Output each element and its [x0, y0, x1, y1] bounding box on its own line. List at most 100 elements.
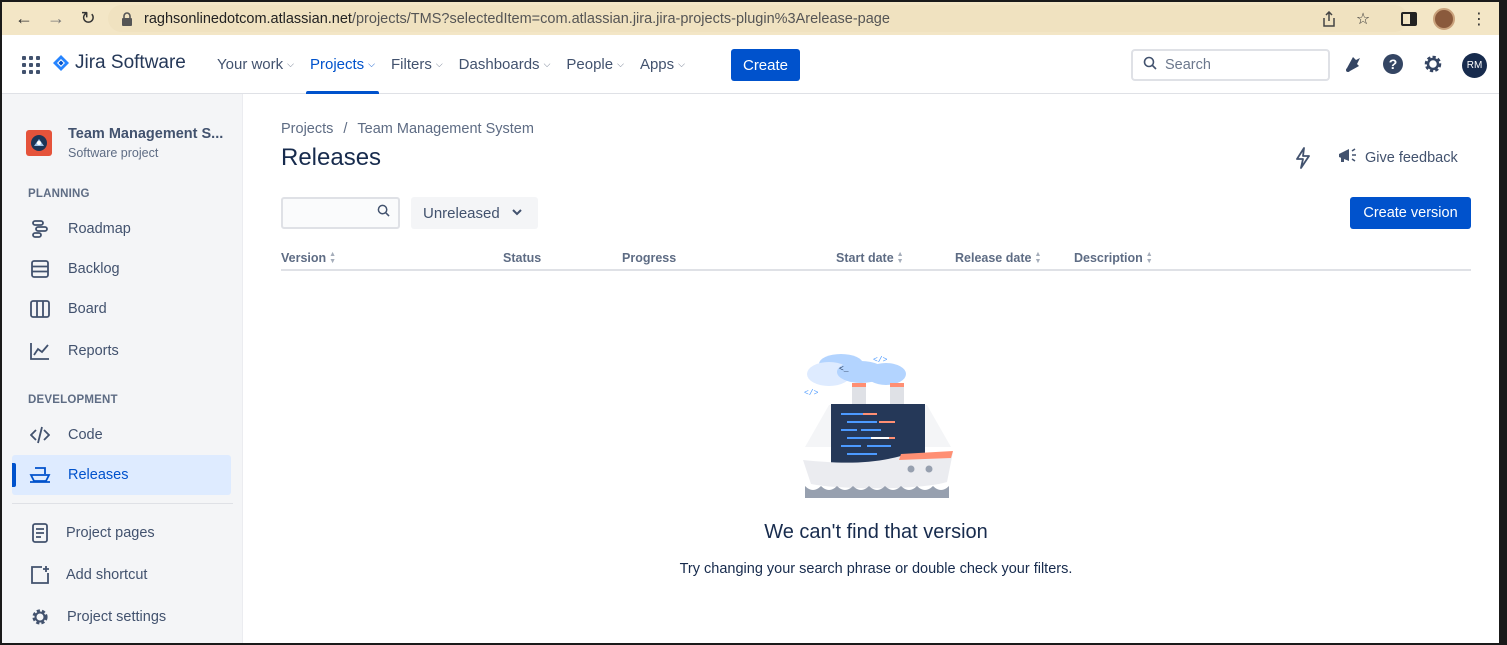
- settings-gear-icon[interactable]: [1422, 53, 1444, 75]
- sidebar-item-code[interactable]: Code: [12, 415, 231, 455]
- chevron-down-icon: ⌵: [678, 59, 685, 69]
- chevron-down-icon: ⌵: [543, 59, 551, 69]
- notifications-icon[interactable]: [1342, 53, 1364, 75]
- forward-icon[interactable]: →: [40, 2, 72, 35]
- nav-label: People: [566, 56, 614, 73]
- url-path: /projects/TMS?selectedItem=com.atlassian…: [351, 10, 890, 27]
- sidebar-item-reports[interactable]: Reports: [12, 331, 231, 371]
- column-release-date[interactable]: Release date ▲ ▼: [955, 251, 1041, 265]
- roadmap-icon: [28, 217, 52, 241]
- breadcrumb-project[interactable]: Team Management System: [357, 121, 534, 137]
- column-start-date[interactable]: Start date ▲ ▼: [836, 251, 904, 265]
- nav-label: Projects: [309, 56, 365, 73]
- sidebar-item-label: Releases: [68, 467, 129, 483]
- help-icon[interactable]: ?: [1382, 53, 1404, 75]
- column-status: Status: [503, 251, 541, 265]
- chevron-down-icon: ⌵: [368, 59, 375, 69]
- version-search[interactable]: [281, 197, 400, 229]
- sidebar-toggle-icon[interactable]: [1399, 9, 1419, 29]
- jira-logo[interactable]: Jira Software: [53, 52, 186, 74]
- sidebar-item-label: Code: [68, 427, 103, 443]
- chevron-down-icon: ⌵: [287, 59, 294, 69]
- versions-table-header: Version ▲ ▼ Status Progress Start date ▲ ▼ R…: [281, 251, 1471, 271]
- empty-state-ship-illustration: <_ </> </>: [801, 352, 961, 503]
- sort-icon: ▲ ▼: [1145, 251, 1153, 265]
- svg-text:</>: </>: [804, 389, 819, 398]
- sidebar-item-add-shortcut[interactable]: Add shortcut: [12, 555, 231, 595]
- reload-icon[interactable]: ↻: [72, 2, 104, 35]
- browser-toolbar: ← → ↻ raghsonlinedotcom.atlassian.net/pr…: [2, 2, 1499, 35]
- sidebar-item-label: Project settings: [67, 609, 167, 625]
- backlog-icon: [28, 257, 52, 281]
- megaphone-icon: [1337, 147, 1357, 169]
- jira-diamond-icon: [53, 55, 69, 71]
- column-label: Version: [281, 251, 327, 265]
- settings-gear-icon: [28, 605, 52, 629]
- url-text: raghsonlinedotcom.atlassian.net/projects…: [144, 11, 890, 27]
- nav-your-work[interactable]: Your work ⌵: [209, 35, 302, 94]
- sidebar-item-project-settings[interactable]: Project settings: [12, 597, 231, 637]
- ship-icon: [28, 463, 52, 487]
- main-nav: Your work ⌵ Projects ⌵ Filters ⌵ Dashboards…: [209, 35, 693, 94]
- create-button[interactable]: Create: [731, 49, 800, 81]
- nav-label: Dashboards: [458, 56, 540, 73]
- sidebar-item-releases[interactable]: Releases: [12, 455, 231, 495]
- bookmark-star-icon[interactable]: ☆: [1353, 9, 1373, 29]
- release-status-filter[interactable]: Unreleased: [411, 197, 538, 229]
- breadcrumb-projects[interactable]: Projects: [281, 121, 333, 137]
- project-type: Software project: [68, 146, 159, 160]
- back-icon[interactable]: ←: [8, 2, 40, 35]
- sort-icon: ▲ ▼: [896, 251, 904, 265]
- sidebar-item-project-pages[interactable]: Project pages: [12, 513, 231, 553]
- column-label: Progress: [622, 251, 677, 265]
- svg-text:?: ?: [1389, 56, 1398, 72]
- column-progress: Progress: [622, 251, 676, 265]
- browser-profile-avatar[interactable]: [1433, 7, 1455, 30]
- app-switcher-icon[interactable]: [22, 56, 40, 74]
- project-header[interactable]: Team Management S... Software project: [26, 126, 223, 160]
- nav-apps[interactable]: Apps ⌵: [632, 35, 693, 94]
- sidebar-item-backlog[interactable]: Backlog: [12, 249, 231, 289]
- address-bar[interactable]: raghsonlinedotcom.atlassian.net/projects…: [108, 5, 1408, 32]
- column-label: Status: [503, 251, 542, 265]
- svg-text:<_: <_: [839, 365, 849, 374]
- breadcrumb: Projects / Team Management System: [281, 121, 534, 137]
- board-icon: [28, 297, 52, 321]
- reports-chart-icon: [28, 339, 52, 363]
- svg-text:</>: </>: [873, 356, 888, 365]
- sidebar-item-board[interactable]: Board: [12, 289, 231, 329]
- empty-state-title: We can't find that version: [764, 521, 988, 543]
- create-version-button[interactable]: Create version: [1350, 197, 1471, 229]
- screen: ← → ↻ raghsonlinedotcom.atlassian.net/pr…: [0, 0, 1507, 645]
- sidebar-item-label: Add shortcut: [66, 567, 148, 583]
- search-input[interactable]: [1165, 57, 1315, 73]
- nav-dashboards[interactable]: Dashboards ⌵: [451, 35, 559, 94]
- top-navigation: Jira Software Your work ⌵ Projects ⌵ Filte…: [2, 35, 1499, 94]
- version-search-input[interactable]: [289, 203, 369, 223]
- column-description[interactable]: Description ▲ ▼: [1074, 251, 1153, 265]
- chevron-down-icon: ⌵: [435, 59, 443, 69]
- column-version[interactable]: Version ▲ ▼: [281, 251, 336, 265]
- planning-heading: PLANNING: [28, 188, 90, 200]
- project-sidebar: Team Management S... Software project PL…: [2, 94, 243, 643]
- nav-projects[interactable]: Projects ⌵: [302, 35, 383, 94]
- lock-icon: [116, 11, 138, 26]
- nav-filters[interactable]: Filters ⌵: [383, 35, 451, 94]
- user-avatar[interactable]: RM: [1462, 53, 1487, 78]
- column-label: Release date: [955, 251, 1032, 265]
- give-feedback-button[interactable]: Give feedback: [1337, 147, 1458, 169]
- sidebar-item-label: Roadmap: [68, 221, 131, 237]
- feedback-label: Give feedback: [1365, 150, 1458, 166]
- empty-state-description: Try changing your search phrase or doubl…: [679, 561, 1073, 577]
- nav-people[interactable]: People ⌵: [558, 35, 632, 94]
- browser-menu-icon[interactable]: ⋮: [1469, 9, 1489, 29]
- breadcrumb-separator: /: [343, 121, 348, 137]
- global-search[interactable]: [1131, 49, 1330, 81]
- sort-icon: ▲ ▼: [329, 251, 337, 265]
- automation-lightning-icon[interactable]: [1293, 147, 1313, 174]
- url-host: raghsonlinedotcom.atlassian.net: [144, 10, 352, 27]
- share-icon[interactable]: [1319, 9, 1339, 29]
- sidebar-item-roadmap[interactable]: Roadmap: [12, 209, 231, 249]
- project-avatar: [26, 130, 52, 156]
- page-icon: [28, 521, 52, 545]
